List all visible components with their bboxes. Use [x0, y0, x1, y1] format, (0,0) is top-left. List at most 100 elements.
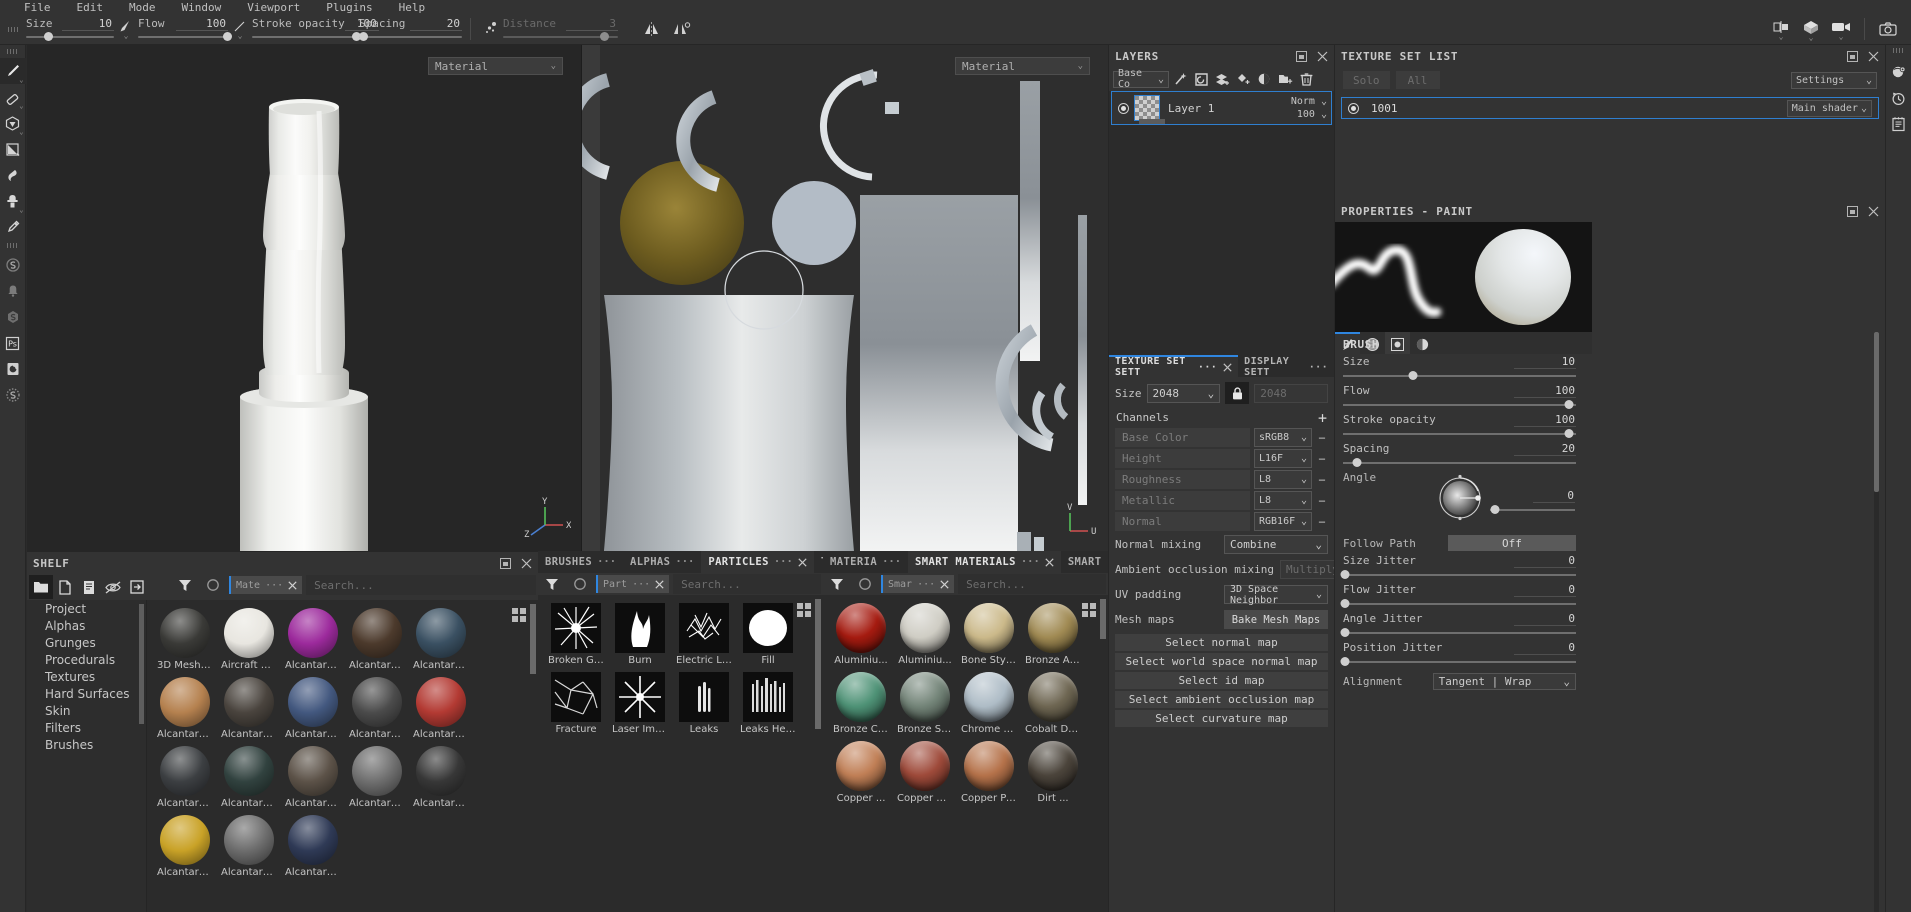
brush-size-curve-icon[interactable]: ⌄ — [114, 14, 138, 45]
list-item[interactable]: Alcantara ... — [349, 746, 405, 809]
hide-icon[interactable] — [101, 575, 125, 599]
add-folder-icon[interactable] — [1276, 70, 1295, 89]
projection-tool[interactable]: ⌄ — [0, 110, 26, 136]
asset-thumbnail[interactable] — [1028, 741, 1078, 791]
asset-thumbnail[interactable] — [964, 741, 1014, 791]
viewport-3d-material-selector[interactable]: Material ⌄ — [428, 57, 563, 75]
list-item[interactable]: Bronze Co... — [833, 672, 889, 735]
sidebar-item-grunges[interactable]: Grunges — [27, 634, 146, 651]
particles-filter-remove-icon[interactable] — [655, 580, 664, 589]
brush-spacing-row[interactable]: Spacing 20 — [1335, 440, 1584, 469]
channel-name[interactable]: Height — [1115, 449, 1250, 468]
asset-thumbnail[interactable] — [352, 677, 402, 727]
channel-name[interactable]: Normal — [1115, 512, 1250, 531]
list-item[interactable]: Alcantara ... — [285, 677, 341, 740]
polygon-fill-tool[interactable] — [0, 136, 26, 162]
remove-channel-icon[interactable]: − — [1316, 494, 1328, 508]
asset-thumbnail[interactable] — [160, 677, 210, 727]
select-ambient-occlusion-map-button[interactable]: Select ambient occlusion map — [1115, 691, 1328, 708]
menu-item-plugins[interactable]: Plugins — [326, 2, 372, 13]
texture-set-visibility-toggle[interactable] — [1348, 103, 1359, 114]
channel-name[interactable]: Roughness — [1115, 470, 1250, 489]
grid-view-toggle-icon[interactable] — [512, 608, 526, 622]
list-item[interactable]: 3D Mesh ... — [157, 608, 213, 671]
all-button[interactable]: All — [1396, 71, 1440, 89]
layers-panel-float-icon[interactable] — [1296, 51, 1307, 62]
list-item[interactable]: Copper Ol... — [897, 741, 953, 804]
list-item[interactable]: Alcantara ... — [349, 677, 405, 740]
list-item[interactable]: Leaks — [676, 672, 732, 735]
alignment-row[interactable]: Alignment Tangent | Wrap⌄ — [1335, 668, 1584, 691]
asset-thumbnail[interactable] — [615, 672, 665, 722]
asset-thumbnail[interactable] — [836, 672, 886, 722]
symmetry-icon[interactable] — [636, 14, 666, 45]
layers-list[interactable]: Layer 1 Norm ⌄ 100 ⌄ — [1109, 91, 1334, 355]
texture-set-shader-selector[interactable]: Main shader⌄ — [1787, 100, 1872, 117]
photoshop-link-icon[interactable]: Ps — [0, 330, 26, 356]
list-item[interactable]: Aluminiu... — [833, 603, 889, 666]
filter-icon[interactable] — [825, 572, 849, 596]
table-row[interactable]: Roughness L8⌄ − — [1109, 469, 1334, 490]
smart-materials-asset-scrollbar[interactable] — [1100, 599, 1106, 639]
list-item[interactable]: Bone Styli... — [961, 603, 1017, 666]
list-item[interactable]: Aircraft M... — [221, 608, 277, 671]
list-item[interactable]: Alcantara ... — [285, 815, 341, 878]
smart-materials-filter-remove-icon[interactable] — [940, 580, 949, 589]
brush-size-slider[interactable] — [1343, 371, 1576, 381]
brush-flow-slider[interactable] — [1343, 400, 1576, 410]
brush-size-value[interactable]: 10 — [1514, 355, 1576, 369]
size-jitter-row[interactable]: Size Jitter 0 — [1335, 552, 1584, 581]
smudge-tool[interactable] — [0, 162, 26, 188]
list-item[interactable]: Fracture — [548, 672, 604, 735]
paint-brush-tool[interactable]: ⌄ — [0, 58, 26, 84]
tab-overflow-dots[interactable]: ··· — [1198, 362, 1217, 373]
smart-materials-search-input[interactable]: Search... — [958, 574, 1106, 594]
texture-size-lock-icon[interactable] — [1225, 382, 1249, 404]
asset-thumbnail[interactable] — [416, 608, 466, 658]
list-item[interactable]: Alcantara ... — [413, 677, 469, 740]
menu-item-file[interactable]: File — [24, 2, 51, 13]
tab-texture-set-settings[interactable]: TEXTURE SET SETT ··· — [1109, 355, 1238, 377]
brush-stroke-opacity-slider[interactable] — [1343, 429, 1576, 439]
brush-size-row[interactable]: Size 10 — [1335, 353, 1584, 382]
select-curvature-map-button[interactable]: Select curvature map — [1115, 710, 1328, 727]
smart-materials-asset-grid[interactable]: Aluminiu...Aluminiu...Bone Styli...Bronz… — [823, 595, 1108, 912]
menu-item-mode[interactable]: Mode — [129, 2, 156, 13]
document-icon[interactable] — [77, 575, 101, 599]
layer-visibility-toggle[interactable] — [1112, 103, 1134, 114]
asset-thumbnail[interactable] — [160, 608, 210, 658]
tab-overflow-dots[interactable]: ··· — [882, 556, 901, 568]
list-item[interactable]: Alcantara ... — [157, 815, 213, 878]
tools-rail-drag-handle[interactable] — [7, 49, 18, 54]
asset-thumbnail[interactable] — [743, 603, 793, 653]
channel-format-selector[interactable]: L8⌄ — [1254, 470, 1312, 489]
solo-button[interactable]: Solo — [1343, 71, 1390, 89]
asset-thumbnail[interactable] — [1028, 672, 1078, 722]
refresh-icon[interactable] — [201, 573, 225, 597]
asset-thumbnail[interactable] — [836, 741, 886, 791]
asset-thumbnail[interactable] — [224, 608, 274, 658]
environment-settings-icon[interactable] — [1886, 59, 1911, 85]
screenshot-icon[interactable] — [1873, 14, 1903, 45]
table-row[interactable]: Height L16F⌄ − — [1109, 448, 1334, 469]
shelf-category-scrollbar[interactable] — [139, 604, 144, 724]
tab-overflow-dots[interactable]: ··· — [1021, 556, 1040, 568]
list-item[interactable]: Bronze St... — [897, 672, 953, 735]
list-item[interactable]: Alcantara ... — [157, 746, 213, 809]
sidebar-item-textures[interactable]: Textures — [27, 668, 146, 685]
sidebar-item-alphas[interactable]: Alphas — [27, 617, 146, 634]
import-icon[interactable] — [125, 575, 149, 599]
add-mask-icon[interactable] — [1255, 70, 1274, 89]
add-generator-icon[interactable] — [1192, 70, 1211, 89]
position-jitter-row[interactable]: Position Jitter 0 — [1335, 639, 1584, 668]
list-item[interactable]: Alcantara ... — [221, 746, 277, 809]
texture-set-name[interactable]: 1001 — [1371, 102, 1398, 115]
remove-channel-icon[interactable]: − — [1316, 515, 1328, 529]
tab-alphas[interactable]: ALPHAS ··· — [623, 551, 701, 573]
normal-mixing-selector[interactable]: Combine⌄ — [1224, 535, 1328, 554]
list-item[interactable]: Laser Imp... — [612, 672, 668, 735]
utility-rail-drag-handle[interactable] — [1893, 48, 1904, 53]
list-item[interactable]: Alcantara ... — [221, 815, 277, 878]
tab-smart-materials[interactable]: SMART MATERIALS ··· — [908, 551, 1061, 573]
settings-dropdown[interactable]: Settings⌄ — [1791, 72, 1877, 89]
